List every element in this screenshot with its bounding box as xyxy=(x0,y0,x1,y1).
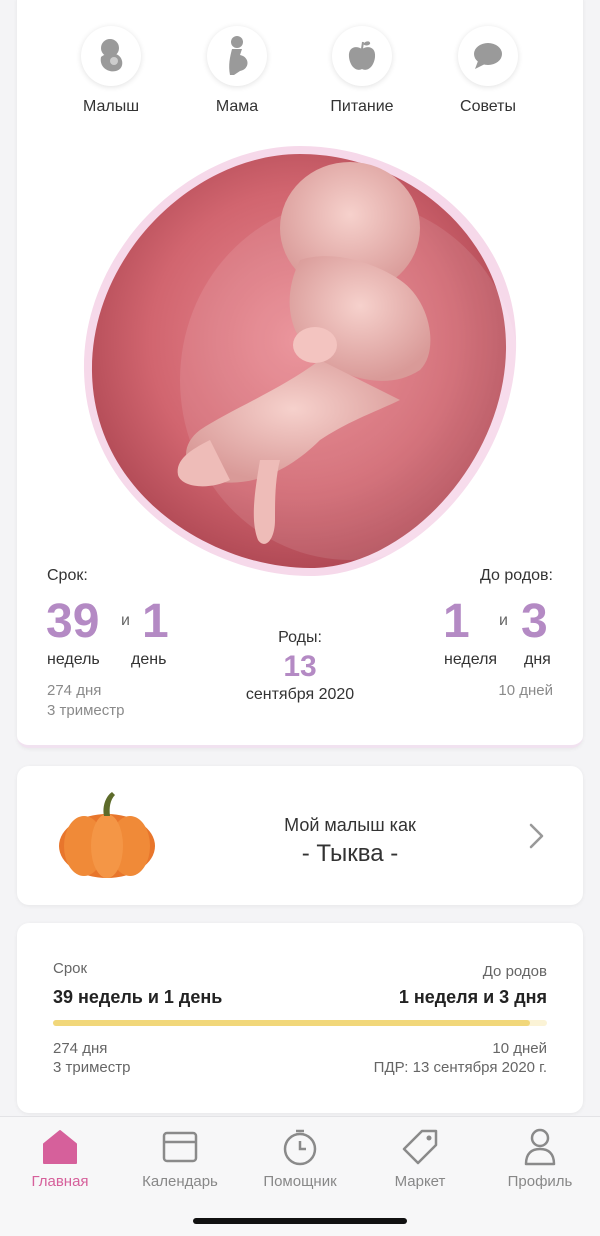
birth-month-year: сентября 2020 xyxy=(245,686,355,703)
pregnancy-progress-fill xyxy=(53,1020,530,1026)
apple-icon xyxy=(332,26,392,86)
calendar-icon xyxy=(162,1131,198,1163)
until-days-number: 3 xyxy=(521,595,548,648)
home-icon xyxy=(43,1130,77,1164)
baby-size-fruit-name: - Тыква - xyxy=(301,840,399,867)
baby-icon xyxy=(81,26,141,86)
term-days-unit: день xyxy=(131,651,167,668)
tab-profile[interactable]: Профиль xyxy=(480,1127,600,1190)
tab-label: Маркет xyxy=(394,1173,446,1190)
category-label: Советы xyxy=(460,98,516,115)
home-indicator xyxy=(193,1218,407,1224)
progress-until-label: До родов xyxy=(482,963,547,980)
term-label: Срок: xyxy=(47,567,88,584)
profile-icon xyxy=(524,1128,556,1166)
tab-label: Профиль xyxy=(507,1173,573,1190)
term-weeks-unit: недель xyxy=(47,651,100,668)
chat-bubble-icon xyxy=(458,26,518,86)
category-baby[interactable]: Малыш xyxy=(51,26,171,116)
until-weeks-number: 1 xyxy=(443,595,470,648)
baby-size-prefix: Мой малыш как xyxy=(284,815,416,835)
tab-market[interactable]: Маркет xyxy=(360,1127,480,1190)
tab-label: Главная xyxy=(31,1173,89,1190)
term-total-days: 274 дня xyxy=(47,682,102,699)
progress-remaining-days: 10 дней xyxy=(492,1040,547,1057)
tab-label: Помощник xyxy=(263,1173,337,1190)
pumpkin-image xyxy=(52,788,162,884)
pregnancy-progress-bar xyxy=(53,1020,547,1026)
until-days-unit: дня xyxy=(524,651,551,668)
category-nutrition[interactable]: Питание xyxy=(302,26,422,116)
category-mother[interactable]: Мама xyxy=(177,26,297,116)
progress-term-value: 39 недель и 1 день xyxy=(53,987,223,1007)
term-and: и xyxy=(121,612,130,629)
until-total-days: 10 дней xyxy=(498,682,553,699)
progress-term-label: Срок xyxy=(53,960,88,977)
fetus-illustration xyxy=(80,140,520,580)
tab-assistant[interactable]: Помощник xyxy=(240,1127,360,1190)
progress-total-days: 274 дня xyxy=(53,1040,108,1057)
until-label: До родов: xyxy=(480,567,553,584)
chevron-right-icon[interactable] xyxy=(528,822,546,855)
tab-calendar[interactable]: Календарь xyxy=(120,1127,240,1190)
mother-icon xyxy=(207,26,267,86)
tab-home[interactable]: Главная xyxy=(0,1127,120,1190)
category-label: Малыш xyxy=(82,98,140,115)
category-label: Питание xyxy=(330,98,394,115)
progress-until-value: 1 неделя и 3 дня xyxy=(398,987,547,1007)
term-weeks-number: 39 xyxy=(46,595,100,648)
birth-day: 13 xyxy=(283,650,317,683)
birth-label: Роды: xyxy=(278,629,322,646)
progress-due-date: ПДР: 13 сентября 2020 г. xyxy=(373,1059,547,1076)
until-weeks-unit: неделя xyxy=(444,651,498,668)
tab-label: Календарь xyxy=(142,1173,218,1190)
category-label: Мама xyxy=(215,98,259,115)
term-days-number: 1 xyxy=(142,595,169,648)
tag-icon xyxy=(402,1129,438,1165)
progress-trimester: 3 триместр xyxy=(53,1059,131,1076)
term-trimester: 3 триместр xyxy=(47,702,125,719)
progress-card xyxy=(17,923,583,1113)
category-advice[interactable]: Советы xyxy=(428,26,548,116)
until-and: и xyxy=(499,612,508,629)
clock-icon xyxy=(283,1129,317,1166)
